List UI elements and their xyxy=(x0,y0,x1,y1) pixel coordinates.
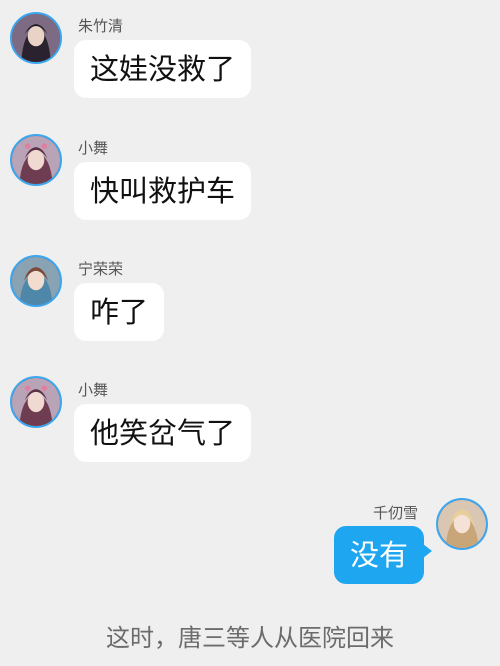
sender-name: 朱竹清 xyxy=(78,17,124,35)
chat-log: 朱竹清 这娃没救了 小舞 快叫救护车 宁荣荣 咋了 小舞 他笑岔气了 千仞雪 没… xyxy=(0,0,500,666)
sender-name: 宁荣荣 xyxy=(78,260,124,278)
avatar-art xyxy=(12,378,60,426)
sender-name: 小舞 xyxy=(78,381,109,399)
avatar-art xyxy=(12,136,60,184)
avatar-art xyxy=(12,14,60,62)
character-avatar-icon[interactable] xyxy=(10,376,62,428)
message-bubble-self[interactable]: 没有 xyxy=(333,526,433,584)
avatar-art xyxy=(12,257,60,305)
character-avatar-icon[interactable] xyxy=(10,12,62,64)
message-bubble[interactable]: 快叫救护车 xyxy=(74,162,252,220)
message-bubble[interactable]: 咋了 xyxy=(74,283,165,341)
character-avatar-icon[interactable] xyxy=(436,498,488,550)
avatar-art xyxy=(438,500,486,548)
message-bubble[interactable]: 这娃没救了 xyxy=(74,40,252,98)
narration-caption: 这时，唐三等人从医院回来 xyxy=(106,624,394,652)
message-bubble[interactable]: 他笑岔气了 xyxy=(74,404,252,462)
sender-name: 小舞 xyxy=(78,139,109,157)
character-avatar-icon[interactable] xyxy=(10,134,62,186)
character-avatar-icon[interactable] xyxy=(10,255,62,307)
sender-name: 千仞雪 xyxy=(372,504,418,522)
